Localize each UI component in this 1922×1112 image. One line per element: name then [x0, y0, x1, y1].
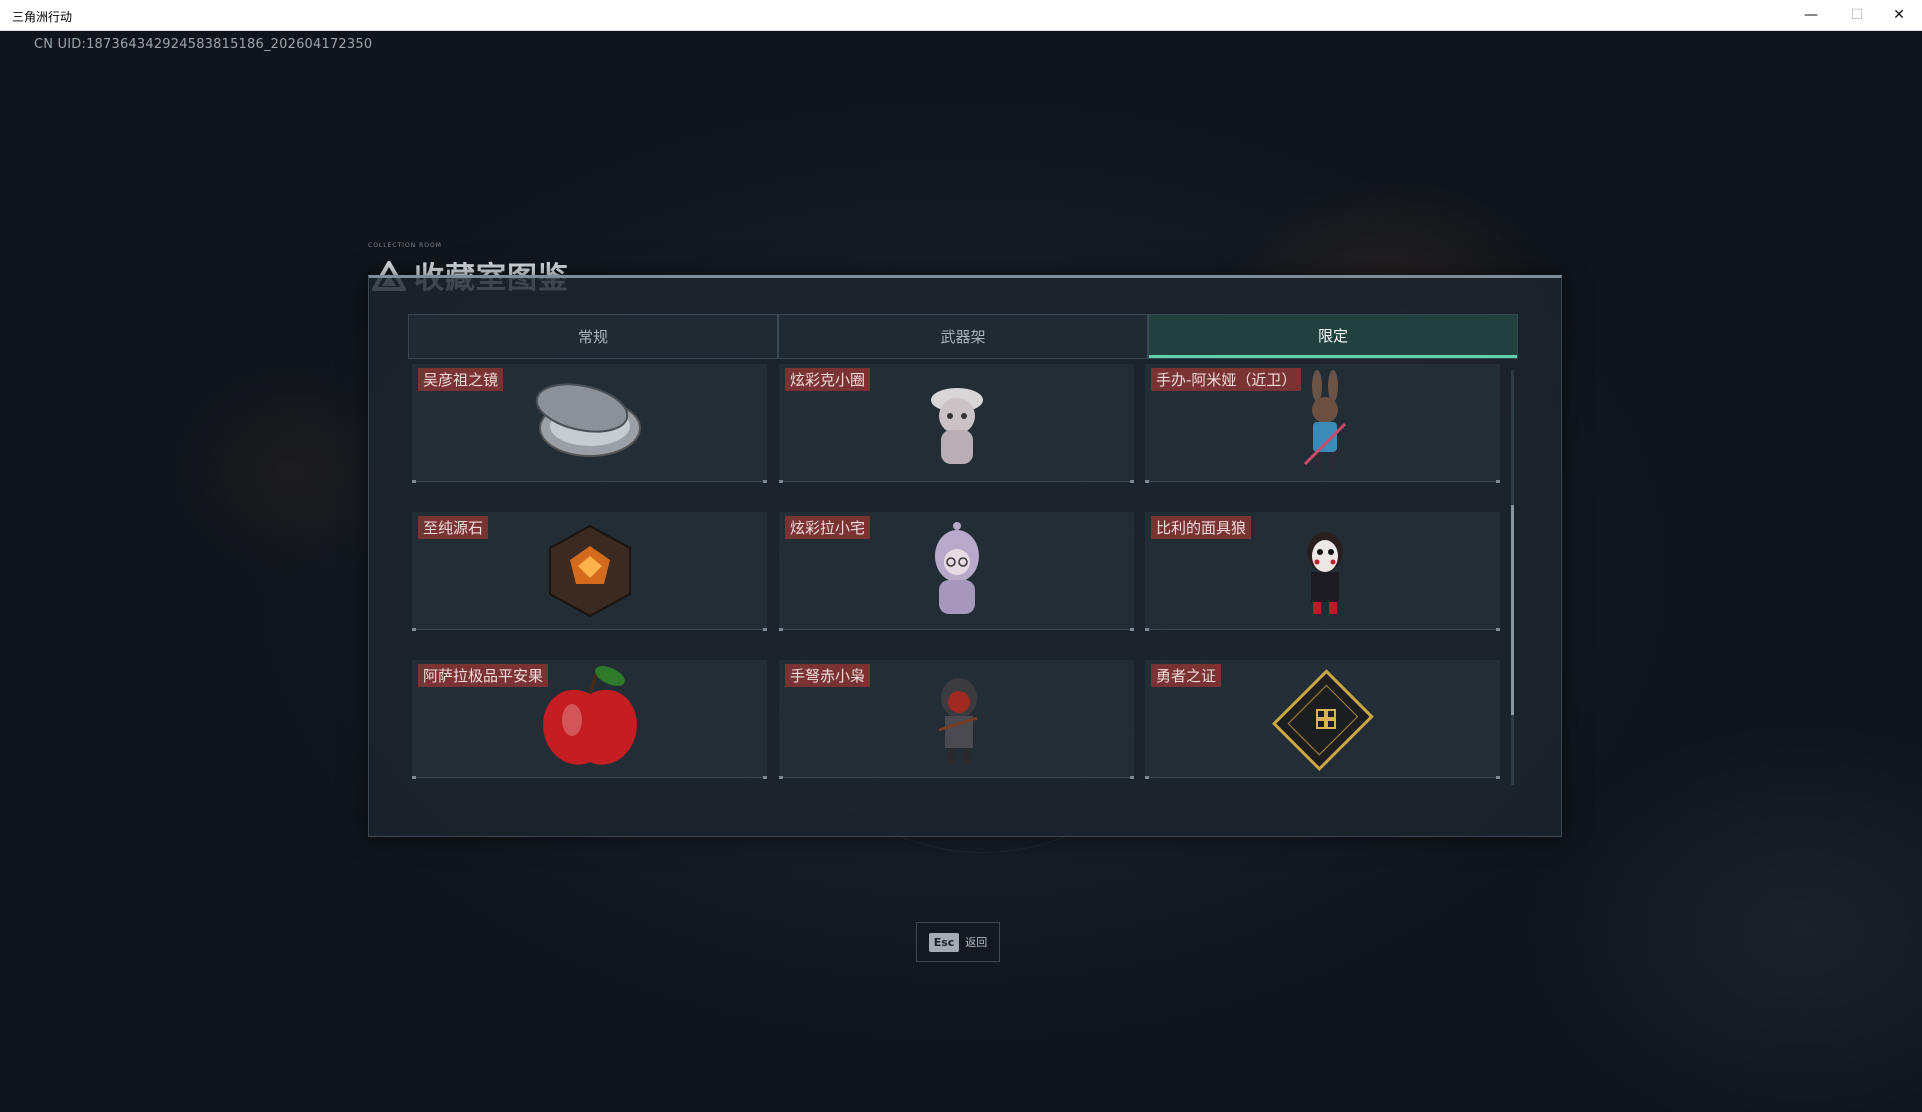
collection-panel: 常规 武器架 限定 吴彦祖之镜 炫彩克小圈 手办-阿米娅（近卫） 至纯源石 炫彩…: [368, 275, 1562, 837]
item-card-hero-proof[interactable]: 勇者之证: [1145, 660, 1500, 779]
item-label: 手弩赤小枭: [785, 664, 871, 687]
item-label: 吴彦祖之镜: [418, 368, 504, 391]
tab-weapon-rack[interactable]: 武器架: [779, 315, 1149, 358]
item-card-apple[interactable]: 阿萨拉极品平安果: [412, 660, 767, 779]
maximize-button[interactable]: ☐: [1834, 0, 1880, 30]
tab-limited[interactable]: 限定: [1149, 315, 1517, 358]
item-card-crossbow[interactable]: 手弩赤小枭: [779, 660, 1134, 779]
esc-key-icon: Esc: [928, 932, 960, 952]
item-label: 手办-阿米娅（近卫）: [1151, 368, 1302, 391]
item-label: 比利的面具狼: [1151, 516, 1252, 539]
item-card-amiya[interactable]: 手办-阿米娅（近卫）: [1145, 364, 1500, 483]
tab-bar: 常规 武器架 限定: [408, 314, 1518, 359]
window-titlebar: 三角洲行动 — ☐ ✕: [0, 0, 1922, 31]
uid-text: CN UID:18736434292458381518​6_2026041723…: [34, 37, 373, 52]
item-label: 至纯源石: [418, 516, 489, 539]
item-label: 阿萨拉极品平安果: [418, 664, 549, 687]
item-grid: 吴彦祖之镜 炫彩克小圈 手办-阿米娅（近卫） 至纯源石 炫彩拉小宅 比利的面具狼…: [412, 364, 1500, 789]
item-card-plush-2[interactable]: 炫彩拉小宅: [779, 512, 1134, 631]
item-card-plush-1[interactable]: 炫彩克小圈: [779, 364, 1134, 483]
item-label: 炫彩克小圈: [785, 368, 871, 391]
scrollbar-thumb[interactable]: [1511, 505, 1514, 715]
tab-regular[interactable]: 常规: [409, 315, 779, 358]
back-label: 返回: [965, 936, 988, 949]
close-button[interactable]: ✕: [1876, 0, 1922, 30]
item-card-mirror[interactable]: 吴彦祖之镜: [412, 364, 767, 483]
minimize-button[interactable]: —: [1788, 0, 1834, 30]
item-card-billy[interactable]: 比利的面具狼: [1145, 512, 1500, 631]
item-label: 勇者之证: [1151, 664, 1222, 687]
panel-caption: COLLECTION ROOM: [368, 242, 442, 249]
item-label: 炫彩拉小宅: [785, 516, 871, 539]
window-title: 三角洲行动: [12, 10, 73, 24]
back-button[interactable]: Esc 返回: [916, 922, 1000, 962]
item-card-originium[interactable]: 至纯源石: [412, 512, 767, 631]
scrollbar-track[interactable]: [1511, 370, 1514, 785]
